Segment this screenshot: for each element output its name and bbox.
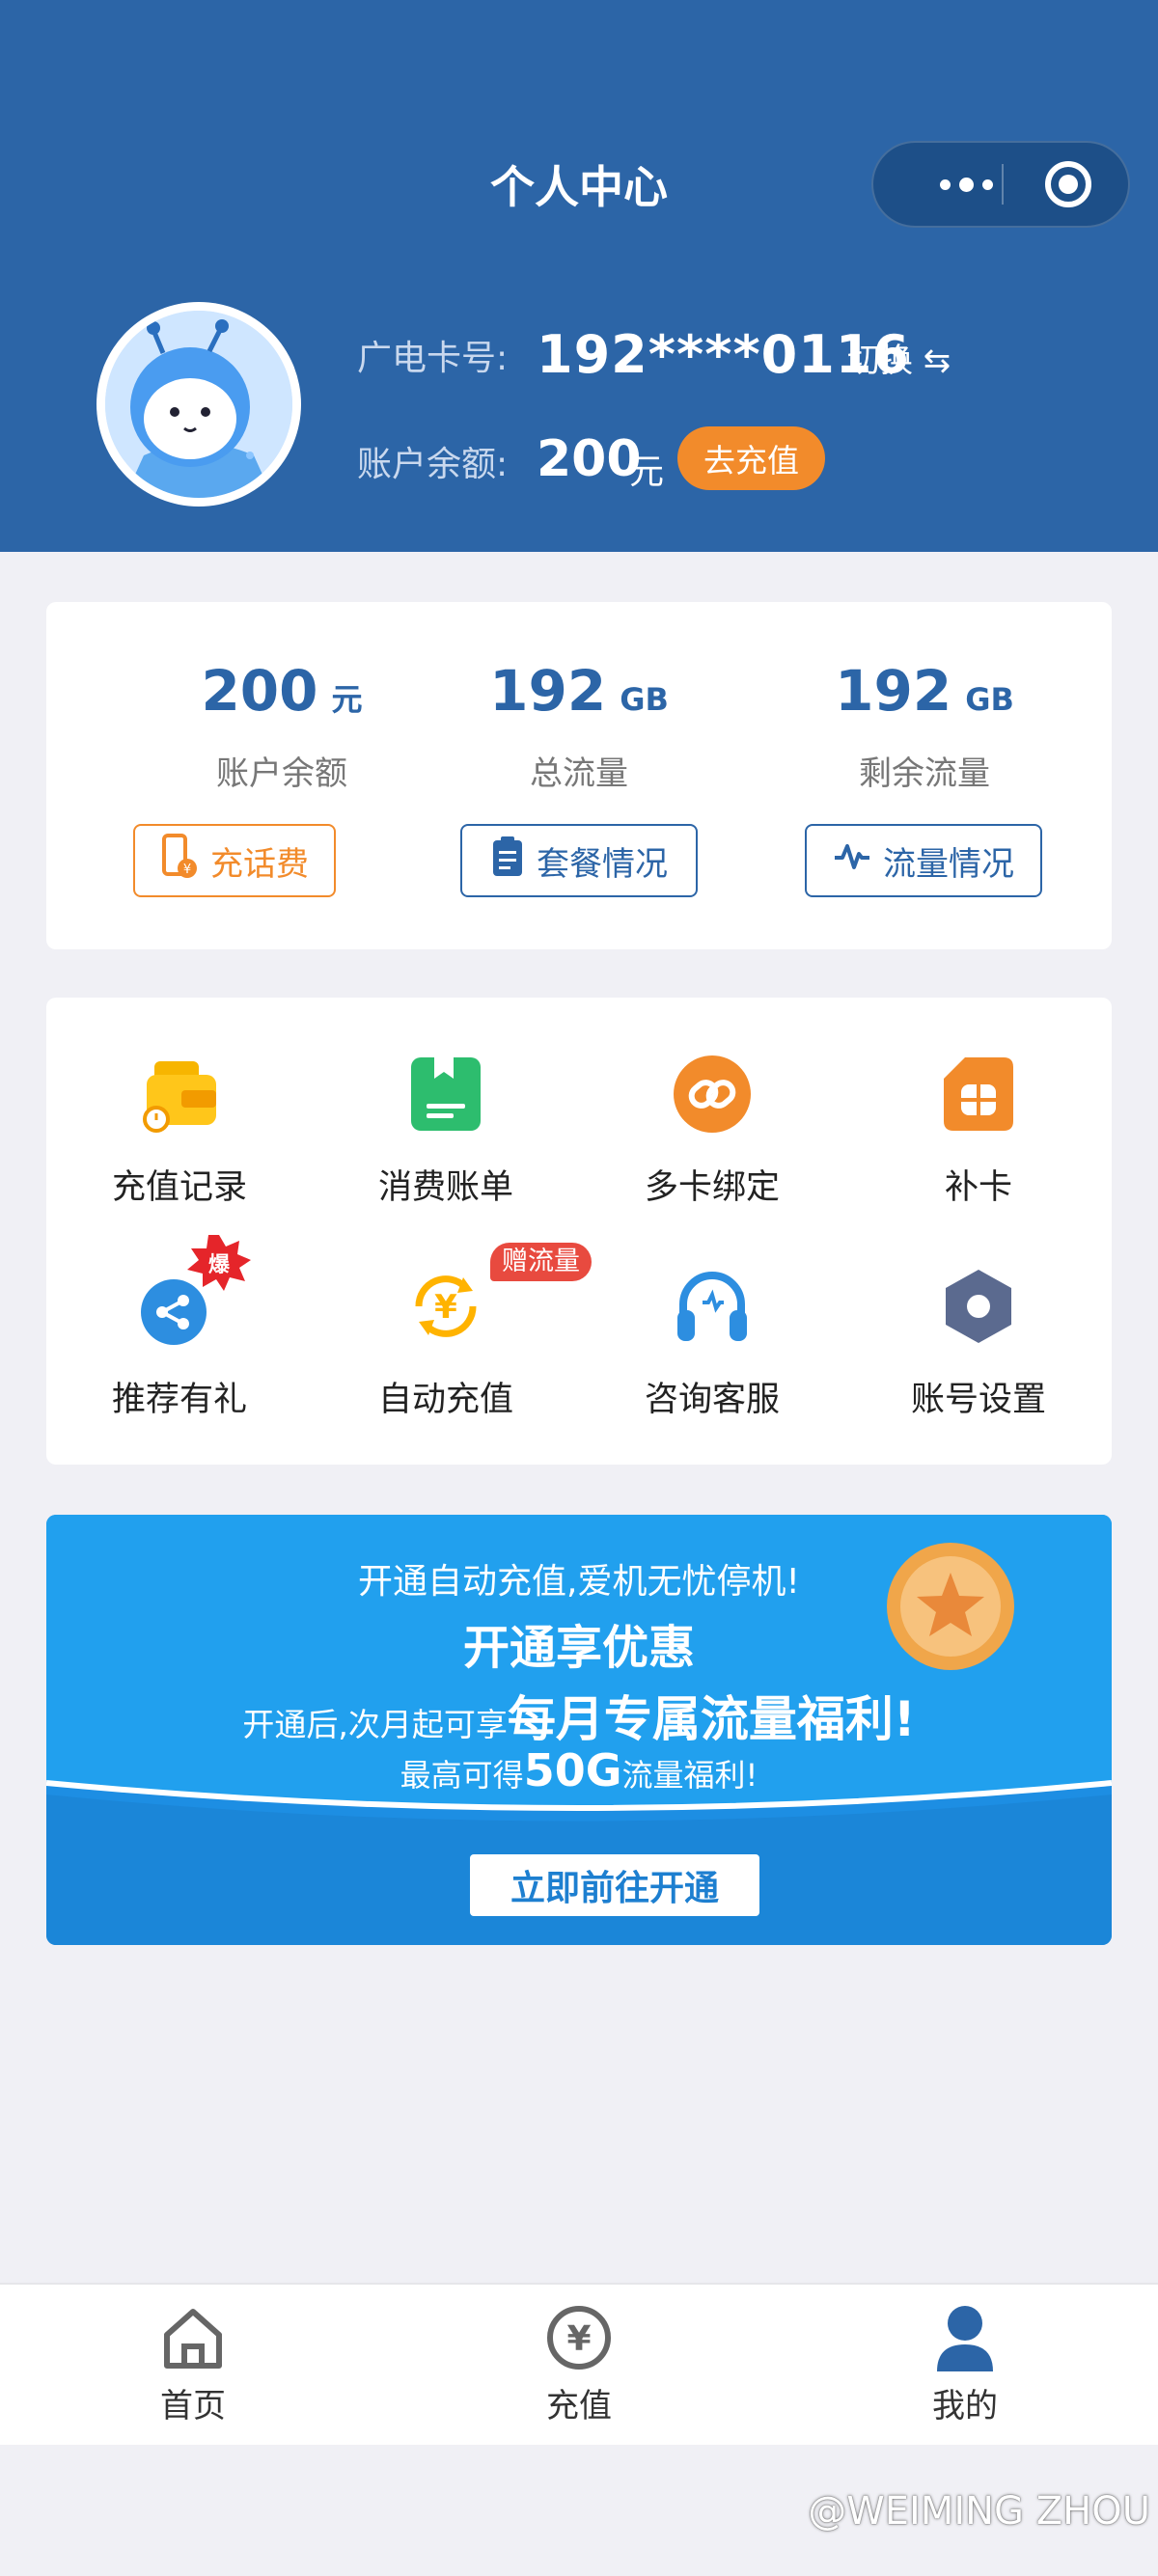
switch-card-link[interactable]: 切换 ⇆ [847,334,951,381]
home-icon [159,2304,227,2371]
stat-balance: 200 元 账户余额 [137,658,427,794]
clipboard-icon [490,836,525,887]
headset-icon [674,1268,751,1345]
hex-settings-icon [940,1268,1017,1345]
stat-remaining-data-value: 192 [835,658,952,724]
tab-mine-label: 我的 [932,2387,998,2425]
bottom-tab-bar: 首页 ¥ 充值 我的 [0,2283,1158,2445]
grid-item-account-settings[interactable]: 账号设置 [845,1268,1112,1421]
tab-home[interactable]: 首页 [96,2304,290,2426]
package-info-label: 套餐情况 [537,844,668,884]
function-grid-card: 充值记录 消费账单 多卡绑定 补卡 爆 推荐有礼 ¥ 赠流量 自动充值 咨询客服… [46,998,1112,1465]
banner-line-3: 开通后,次月起可享每月专属流量福利! [46,1681,1112,1750]
wallet-icon [141,1055,218,1133]
phone-yuan-icon: ¥ [160,833,199,889]
capsule-divider [1002,164,1004,205]
balance-value: 200 [537,430,642,488]
package-info-button[interactable]: 套餐情况 [460,824,698,897]
grid-item-bills[interactable]: 消费账单 [313,1055,579,1209]
grid-item-referral[interactable]: 爆 推荐有礼 [46,1235,313,1421]
banner-line-3-prefix: 开通后,次月起可享 [242,1706,508,1743]
stat-total-data: 192 GB 总流量 [434,658,724,794]
banner-line-2: 开通享优惠 [462,1621,695,1675]
banner-line-4-prefix: 最高可得 [400,1757,524,1794]
stat-remaining-data-unit: GB [965,681,1014,718]
card-number-label: 广电卡号: [357,339,509,378]
grid-item-label: 推荐有礼 [111,1381,247,1419]
grid-item-label: 补卡 [944,1168,1012,1207]
top-up-phone-label: 充话费 [210,844,309,884]
grid-item-label: 自动充值 [377,1381,513,1419]
grid-item-auto-recharge[interactable]: ¥ 赠流量 自动充值 [313,1243,592,1421]
activate-now-button[interactable]: 立即前往开通 [470,1854,759,1916]
stat-balance-unit: 元 [331,681,363,718]
grid-item-multi-card[interactable]: 多卡绑定 [579,1055,845,1209]
stat-remaining-data-label: 剩余流量 [859,754,990,793]
pulse-icon [833,841,871,880]
tab-recharge[interactable]: ¥ 充值 [482,2304,676,2426]
svg-text:¥: ¥ [183,863,191,877]
stat-total-data-unit: GB [620,681,669,718]
grid-item-customer-service[interactable]: 咨询客服 [579,1268,845,1421]
user-icon [931,2304,999,2371]
yuan-icon: ¥ [545,2304,613,2371]
stat-total-data-label: 总流量 [530,754,628,793]
account-stats-card: 200 元 账户余额 192 GB 总流量 192 GB 剩余流量 ¥ 充话费 套餐情… [46,602,1112,949]
avatar[interactable] [96,302,301,507]
stat-remaining-data: 192 GB 剩余流量 [780,658,1069,794]
data-usage-button[interactable]: 流量情况 [805,824,1042,897]
hot-badge: 爆 [187,1235,251,1291]
banner-line-4-suffix: 流量福利! [621,1757,758,1794]
avatar-mascot-image [105,311,292,498]
grid-item-label: 消费账单 [377,1168,513,1207]
banner-line-1: 开通自动充值,爱机无忧停机! [358,1562,800,1602]
stat-total-data-value: 192 [489,658,607,724]
watermark: @WEIMING ZHOU [808,2489,1150,2534]
stat-balance-label: 账户余额 [216,754,347,793]
svg-text:¥: ¥ [566,2319,591,2359]
grid-item-recharge-records[interactable]: 充值记录 [46,1055,313,1209]
auto-recharge-icon: ¥ 赠流量 [407,1243,592,1345]
hot-badge-text: 爆 [208,1253,231,1277]
grid-item-label: 多卡绑定 [644,1168,780,1207]
grid-item-label: 充值记录 [111,1168,247,1207]
profile-header: 个人中心 广电卡号: 192****0116 切换 ⇆ 账户余额: 200 元 … [0,0,1158,552]
grid-item-label: 咨询客服 [644,1381,780,1419]
balance-unit: 元 [629,452,665,492]
recharge-button[interactable]: 去充值 [677,426,825,490]
grid-item-replace-sim[interactable]: 补卡 [845,1055,1112,1209]
banner-line-4-highlight: 50G [523,1744,622,1796]
tab-home-label: 首页 [160,2387,226,2425]
banner-line-3-highlight: 每月专属流量福利! [507,1691,916,1747]
balance-label: 账户余额: [357,445,509,484]
bill-icon [407,1055,484,1133]
auto-recharge-promo-banner[interactable]: 开通自动充值,爱机无忧停机! 开通享优惠 开通后,次月起可享每月专属流量福利! … [46,1515,1112,1945]
data-usage-label: 流量情况 [883,844,1014,884]
tab-recharge-label: 充值 [546,2387,612,2425]
banner-line-4: 最高可得50G流量福利! [46,1744,1112,1796]
stat-balance-value: 200 [201,658,318,724]
bonus-data-badge: 赠流量 [490,1243,592,1281]
close-target-icon[interactable] [1045,161,1091,207]
mini-program-capsule [871,141,1130,228]
svg-text:¥: ¥ [434,1288,457,1327]
more-icon[interactable] [910,143,1022,226]
sim-card-icon [940,1055,1017,1133]
grid-item-label: 账号设置 [910,1381,1046,1419]
link-icon [674,1055,751,1133]
share-icon: 爆 [141,1235,251,1345]
tab-mine[interactable]: 我的 [868,2304,1062,2426]
top-up-phone-button[interactable]: ¥ 充话费 [133,824,336,897]
